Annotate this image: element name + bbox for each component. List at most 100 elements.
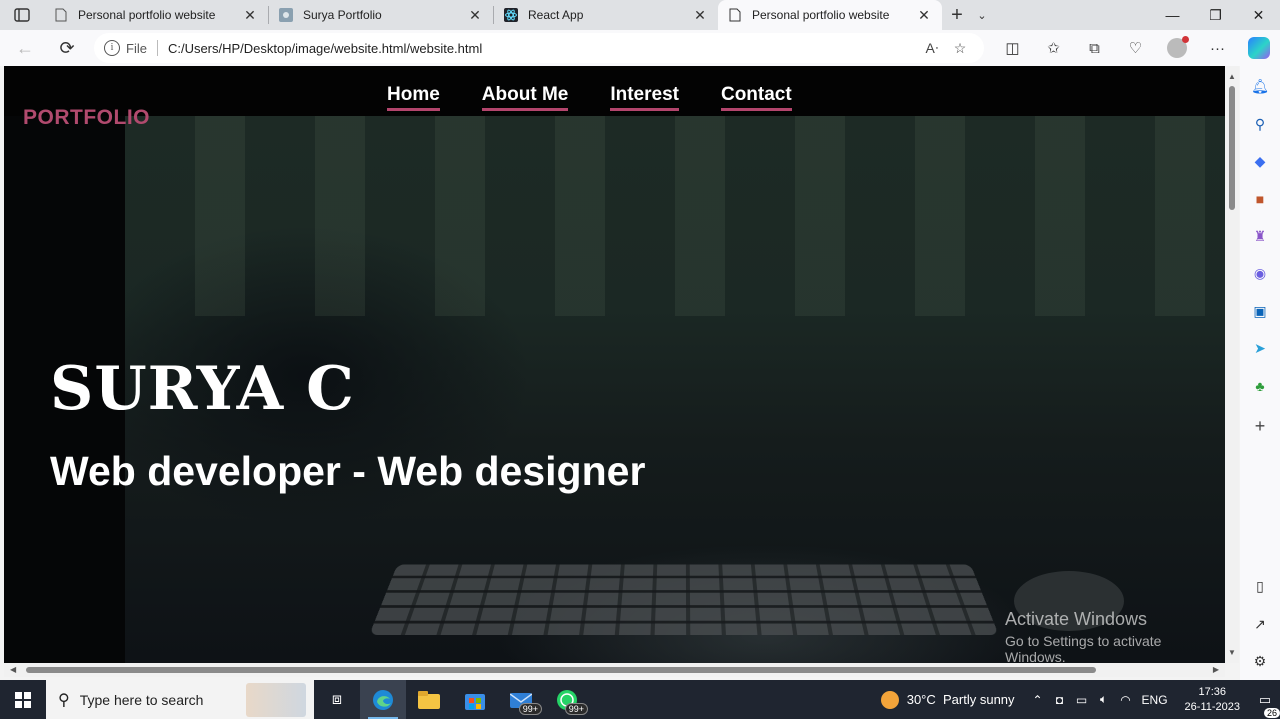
tab-1[interactable]: Personal portfolio website ✕ xyxy=(44,0,268,30)
scroll-left-arrow-icon[interactable]: ◀ xyxy=(10,665,16,674)
read-aloud-icon[interactable]: Aᐧ xyxy=(918,40,946,57)
sidebar-panel-icon[interactable]: ▯ xyxy=(1250,576,1270,596)
new-tab-button[interactable]: + xyxy=(942,0,972,30)
more-options-icon[interactable]: ··· xyxy=(1197,33,1238,63)
profile-button[interactable] xyxy=(1156,33,1197,63)
tree-icon[interactable]: ♣ xyxy=(1250,376,1270,396)
open-external-icon[interactable]: ↗ xyxy=(1250,614,1270,634)
nav-about-link[interactable]: About Me xyxy=(481,84,569,111)
windows-start-button[interactable] xyxy=(0,680,46,719)
chevron-down-icon[interactable]: ⌄ xyxy=(972,0,992,30)
search-placeholder: Type here to search xyxy=(79,691,204,708)
weather-condition: Partly sunny xyxy=(943,692,1015,707)
windows-logo-icon xyxy=(15,691,31,708)
nav-interest-link[interactable]: Interest xyxy=(610,84,679,111)
close-icon[interactable]: ✕ xyxy=(692,7,708,24)
wifi-icon[interactable]: ◠ xyxy=(1115,693,1137,707)
page-icon xyxy=(728,8,742,22)
mail-button[interactable]: 99+ xyxy=(498,680,544,719)
edge-taskbar-button[interactable] xyxy=(360,680,406,719)
horizontal-scroll-thumb[interactable] xyxy=(26,667,1096,673)
file-explorer-button[interactable] xyxy=(406,680,452,719)
gear-favicon-icon xyxy=(279,8,293,22)
horizontal-scrollbar[interactable]: ◀ ▶ xyxy=(4,663,1225,677)
store-icon xyxy=(465,693,485,710)
tab-2[interactable]: Surya Portfolio ✕ xyxy=(269,0,493,30)
gear-icon[interactable]: ⚙ xyxy=(1250,651,1270,671)
site-logo[interactable]: PORTFOLIO xyxy=(23,106,150,130)
copilot-button[interactable] xyxy=(1238,33,1279,63)
toolbar-actions: ◫ ✩ ⧉ ♡ ··· xyxy=(992,33,1279,63)
scheme-label: File xyxy=(126,40,147,56)
browser-essentials-icon[interactable]: ♡ xyxy=(1115,33,1156,63)
meet-now-icon[interactable]: ◘ xyxy=(1049,693,1071,707)
watermark-subtitle: Go to Settings to activate Windows. xyxy=(1005,633,1162,663)
add-icon[interactable]: + xyxy=(1250,416,1270,436)
games-chess-icon[interactable]: ♜ xyxy=(1250,226,1270,246)
close-icon[interactable]: ✕ xyxy=(242,7,258,24)
tab-4-active[interactable]: Personal portfolio website ✕ xyxy=(718,0,942,30)
notification-center-button[interactable]: ▭ 26 xyxy=(1250,692,1280,718)
tab-3[interactable]: React App ✕ xyxy=(494,0,718,30)
page-icon xyxy=(54,8,68,22)
microsoft-365-icon[interactable]: ◉ xyxy=(1250,263,1270,283)
close-icon[interactable]: ✕ xyxy=(916,7,932,24)
back-button[interactable]: ← xyxy=(8,33,42,63)
hero-name: SURYA C xyxy=(50,354,355,424)
clock-date: 26-11-2023 xyxy=(1184,700,1240,713)
url-text[interactable]: C:/Users/HP/Desktop/image/website.html/w… xyxy=(168,41,918,56)
split-screen-icon[interactable]: ◫ xyxy=(992,33,1033,63)
tools-briefcase-icon[interactable]: ■ xyxy=(1250,189,1270,209)
favorites-icon[interactable]: ✩ xyxy=(1033,33,1074,63)
scroll-down-arrow-icon[interactable]: ▼ xyxy=(1228,648,1236,657)
collections-icon[interactable]: ⧉ xyxy=(1074,33,1115,63)
outlook-icon[interactable]: ▣ xyxy=(1250,301,1270,321)
notification-bell-icon[interactable]: 🔔︎ xyxy=(1250,76,1270,96)
page-viewport: Home About Me Interest Contact PORTFOLIO… xyxy=(4,66,1225,663)
microsoft-store-button[interactable] xyxy=(452,680,498,719)
info-icon[interactable]: i xyxy=(104,40,120,56)
tab-actions-icon xyxy=(14,8,30,22)
tab-title: React App xyxy=(528,8,584,22)
react-favicon-icon xyxy=(504,8,518,22)
minimize-button[interactable]: — xyxy=(1151,0,1194,30)
chevron-up-icon[interactable]: ⌃ xyxy=(1027,693,1049,707)
edge-sidebar: 🔔︎ ⚲ ◆ ■ ♜ ◉ ▣ ➤ ♣ + ▯ ↗ ⚙ xyxy=(1240,66,1280,680)
tab-title: Personal portfolio website xyxy=(78,8,216,22)
weather-temp: 30°C xyxy=(906,692,936,707)
nav-contact-link[interactable]: Contact xyxy=(720,84,792,111)
refresh-button[interactable]: ⟳ xyxy=(50,33,84,63)
whatsapp-button[interactable]: 99+ xyxy=(544,680,590,719)
close-window-button[interactable]: ✕ xyxy=(1237,0,1280,30)
tab-actions-button[interactable] xyxy=(0,0,44,30)
vertical-scrollbar[interactable]: ▲ ▼ xyxy=(1225,66,1239,663)
window-controls: — ❐ ✕ xyxy=(1151,0,1280,30)
partly-sunny-icon xyxy=(880,690,899,709)
language-indicator[interactable]: ENG xyxy=(1137,693,1173,707)
whatsapp-count-badge: 99+ xyxy=(564,703,588,715)
watermark-title: Activate Windows xyxy=(1005,609,1148,629)
search-icon[interactable]: ⚲ xyxy=(1250,114,1270,134)
close-icon[interactable]: ✕ xyxy=(467,7,483,24)
shopping-tag-icon[interactable]: ◆ xyxy=(1250,151,1270,171)
avatar xyxy=(1166,36,1189,58)
vertical-scroll-thumb[interactable] xyxy=(1229,86,1235,210)
hero-background-texture xyxy=(125,116,1225,316)
clock[interactable]: 17:36 26-11-2023 xyxy=(1185,685,1240,715)
scroll-up-arrow-icon[interactable]: ▲ xyxy=(1228,72,1236,81)
favorite-star-icon[interactable]: ☆ xyxy=(946,40,974,57)
task-view-button[interactable]: ⧈ xyxy=(314,680,360,719)
search-highlight-image[interactable] xyxy=(246,683,306,717)
nav-home-link[interactable]: Home xyxy=(387,84,440,111)
edge-icon xyxy=(373,689,393,710)
drop-send-icon[interactable]: ➤ xyxy=(1250,338,1270,358)
address-bar[interactable]: i File C:/Users/HP/Desktop/image/website… xyxy=(94,33,984,63)
tab-title: Surya Portfolio xyxy=(303,8,382,22)
volume-icon[interactable]: 🔈︎ xyxy=(1093,692,1115,707)
maximize-button[interactable]: ❐ xyxy=(1194,0,1237,30)
taskbar-search-box[interactable]: ⚲ Type here to search xyxy=(46,680,314,719)
battery-icon[interactable]: ▭ xyxy=(1071,693,1093,707)
scroll-right-arrow-icon[interactable]: ▶ xyxy=(1213,665,1219,674)
site-navbar: Home About Me Interest Contact xyxy=(4,66,1225,116)
weather-widget[interactable]: 30°C Partly sunny xyxy=(880,690,1015,709)
